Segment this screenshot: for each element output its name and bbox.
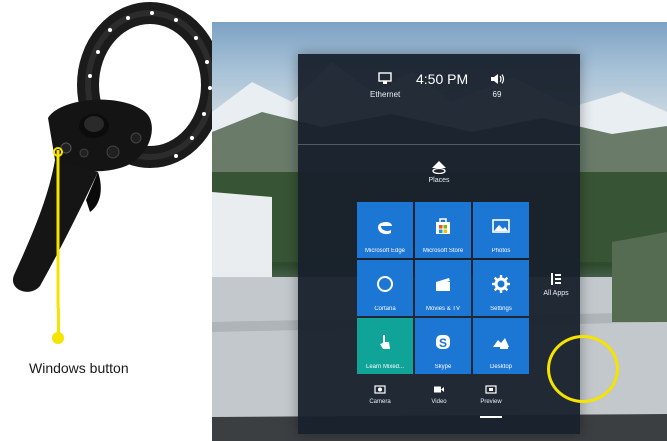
edge-icon	[378, 221, 392, 235]
tile-photos[interactable]: Photos	[473, 202, 529, 258]
camera-label: Camera	[369, 399, 391, 405]
all-apps-label: All Apps	[543, 290, 569, 297]
tile-skype[interactable]: S Skype	[415, 318, 471, 374]
network-status[interactable]: Ethernet	[370, 72, 400, 99]
preview-button[interactable]: Preview	[471, 384, 511, 405]
places-button[interactable]: Places	[414, 160, 464, 184]
cortana-icon	[377, 276, 393, 292]
tile-settings[interactable]: Settings	[473, 260, 529, 316]
skype-icon: S	[436, 335, 450, 350]
gear-icon	[492, 275, 510, 293]
svg-text:S: S	[439, 336, 447, 350]
start-menu-panel: Ethernet 4:50 PM 69 Places Microsoft Edg…	[298, 54, 619, 434]
tile-label: Desktop	[489, 364, 512, 370]
camera-button[interactable]: Camera	[360, 384, 400, 405]
preview-icon	[485, 385, 497, 394]
network-label: Ethernet	[370, 90, 401, 99]
tile-label: Microsoft Edge	[364, 248, 406, 254]
desktop-highlight-circle	[547, 335, 619, 403]
clock: 4:50 PM	[416, 71, 469, 87]
active-tab-indicator	[480, 416, 502, 418]
learn-icon	[380, 335, 390, 349]
movies-icon	[436, 278, 450, 291]
video-icon	[434, 386, 444, 393]
all-apps-icon	[551, 273, 561, 285]
bottom-bar: Camera Video Preview	[298, 376, 580, 416]
tile-label: Movies & TV	[426, 306, 460, 312]
tile-label: Skype	[434, 364, 452, 370]
tile-label: Settings	[490, 306, 512, 312]
tile-desktop[interactable]: Desktop	[473, 318, 529, 374]
tile-cortana[interactable]: Cortana	[357, 260, 413, 316]
tile-label: Microsoft Store	[422, 248, 464, 254]
tile-label: Learn Mixed...	[365, 364, 405, 370]
tile-label: Photos	[491, 248, 511, 254]
tile-learn-mixed-reality[interactable]: Learn Mixed...	[357, 318, 413, 374]
ethernet-icon	[378, 72, 392, 84]
motion-controller-illustration	[12, 2, 215, 308]
volume-label: 69	[492, 90, 502, 99]
tile-label: Cortana	[374, 306, 396, 312]
tile-microsoft-edge[interactable]: Microsoft Edge	[357, 202, 413, 258]
volume-status[interactable]: 69	[488, 72, 506, 99]
places-label: Places	[428, 177, 450, 184]
status-bar: Ethernet 4:50 PM 69	[298, 54, 580, 145]
video-button[interactable]: Video	[419, 384, 459, 405]
windows-button-label: Windows button	[29, 360, 129, 376]
volume-icon	[491, 74, 505, 84]
preview-label: Preview	[480, 399, 502, 405]
places-icon	[432, 161, 446, 174]
mixed-reality-scene: Ethernet 4:50 PM 69 Places Microsoft Edg…	[212, 22, 667, 441]
video-label: Video	[431, 399, 447, 405]
camera-icon	[374, 385, 386, 394]
callout-line-extension	[57, 308, 60, 334]
store-icon	[436, 218, 450, 234]
all-apps-button[interactable]: All Apps	[534, 272, 578, 297]
desktop-icon	[493, 338, 509, 349]
tile-movies-tv[interactable]: Movies & TV	[415, 260, 471, 316]
photos-icon	[492, 219, 510, 233]
tile-microsoft-store[interactable]: Microsoft Store	[415, 202, 471, 258]
